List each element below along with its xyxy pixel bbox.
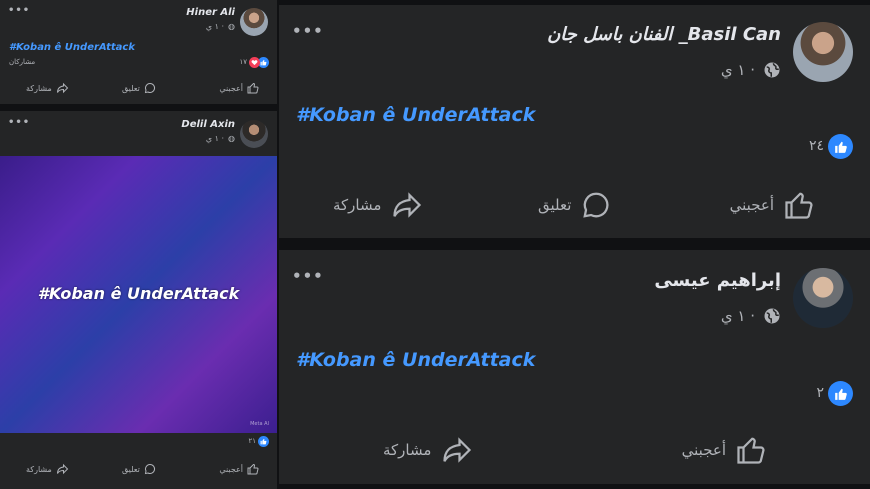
post-time: ١ ي · [205, 134, 225, 143]
post-author[interactable]: Hiner Ali [186, 7, 235, 18]
more-options-button[interactable]: ••• [292, 267, 324, 285]
image-watermark: Meta AI [250, 421, 269, 427]
comment-icon [144, 463, 155, 475]
thumb-icon [737, 437, 765, 464]
avatar[interactable] [793, 268, 853, 328]
post-hashtag[interactable]: #Koban ê UnderAttack [9, 42, 135, 53]
like-button[interactable]: أعجبني [219, 82, 259, 94]
share-label: مشاركة [26, 83, 52, 93]
post-card-delil: ••• Delil Axin ١ ي · ◍ #Koban ê UnderAtt… [0, 111, 277, 489]
share-button[interactable]: مشاركة [26, 82, 69, 94]
post-meta: ١ ي · [721, 307, 781, 325]
comment-button[interactable]: تعليق [538, 190, 611, 220]
post-author[interactable]: إبراهيم عيسى [654, 270, 781, 291]
like-icon [828, 381, 853, 406]
globe-icon: ◍ [228, 22, 235, 31]
thumb-icon [247, 463, 259, 475]
comment-icon [144, 82, 155, 94]
like-label: أعجبني [219, 464, 243, 474]
globe-icon: ◍ [228, 134, 235, 143]
comment-label: تعليق [538, 196, 572, 214]
post-hashtag[interactable]: #Koban ê UnderAttack [296, 349, 535, 371]
post-author[interactable]: الفنان باسل جان _Basil Can [547, 24, 781, 45]
share-icon [393, 192, 422, 218]
like-button[interactable]: أعجبني [730, 190, 814, 220]
like-icon [258, 436, 269, 447]
share-icon [56, 82, 69, 94]
globe-icon [764, 308, 780, 324]
post-meta: ١ ي · ◍ [206, 22, 235, 31]
like-label: أعجبني [681, 441, 726, 459]
comment-label: تعليق [122, 83, 140, 93]
reaction-count[interactable]: ٢١ [248, 437, 256, 445]
comment-button[interactable]: تعليق [122, 463, 156, 475]
like-label: أعجبني [729, 196, 774, 214]
post-time: ١ ي · [720, 307, 755, 325]
more-options-button[interactable]: ••• [8, 5, 30, 16]
comment-icon [583, 192, 609, 218]
avatar[interactable] [793, 22, 853, 82]
share-label: مشاركة [26, 464, 52, 474]
share-button[interactable]: مشاركة [333, 190, 423, 220]
thumb-icon [785, 192, 813, 219]
more-options-button[interactable]: ••• [8, 117, 30, 128]
share-button[interactable]: مشاركة [26, 463, 69, 475]
share-button[interactable]: مشاركة [383, 435, 473, 465]
thumb-icon [247, 82, 259, 94]
post-author[interactable]: Delil Axin [181, 119, 235, 130]
share-label: مشاركة [383, 441, 432, 459]
avatar[interactable] [240, 8, 268, 36]
avatar[interactable] [240, 120, 268, 148]
post-time: ١ ي · [205, 22, 225, 31]
reaction-count[interactable]: ٢ [816, 385, 824, 401]
post-image[interactable]: #Koban ê UnderAttack Meta AI [0, 156, 277, 433]
share-count-text[interactable]: مشاركان [9, 58, 35, 66]
post-card-ibrahim: ••• إبراهيم عيسى ١ ي · #Koban ê UnderAtt… [279, 250, 870, 484]
reaction-count[interactable]: ١٧ [239, 58, 247, 66]
like-button[interactable]: أعجبني [219, 463, 259, 475]
heart-icon [249, 57, 260, 68]
post-image-hashtag: #Koban ê UnderAttack [37, 284, 240, 303]
post-card-basil: ••• الفنان باسل جان _Basil Can ١ ي · #Ko… [279, 5, 870, 238]
more-options-button[interactable]: ••• [292, 22, 324, 40]
post-hashtag[interactable]: #Koban ê UnderAttack [296, 104, 535, 126]
post-time: ١ ي · [720, 61, 755, 79]
like-icon [828, 134, 853, 159]
post-meta: ١ ي · ◍ [206, 134, 235, 143]
like-label: أعجبني [219, 83, 243, 93]
like-button[interactable]: أعجبني [682, 435, 766, 465]
comment-button[interactable]: تعليق [122, 82, 156, 94]
comment-label: تعليق [122, 464, 140, 474]
reaction-count[interactable]: ٢٤ [809, 138, 824, 154]
globe-icon [764, 62, 780, 78]
share-icon [443, 437, 472, 463]
share-icon [56, 463, 69, 475]
share-label: مشاركة [333, 196, 382, 214]
post-meta: ١ ي · [721, 61, 781, 79]
post-card-hiner: ••• Hiner Ali ١ ي · ◍ #Koban ê UnderAtta… [0, 0, 277, 104]
